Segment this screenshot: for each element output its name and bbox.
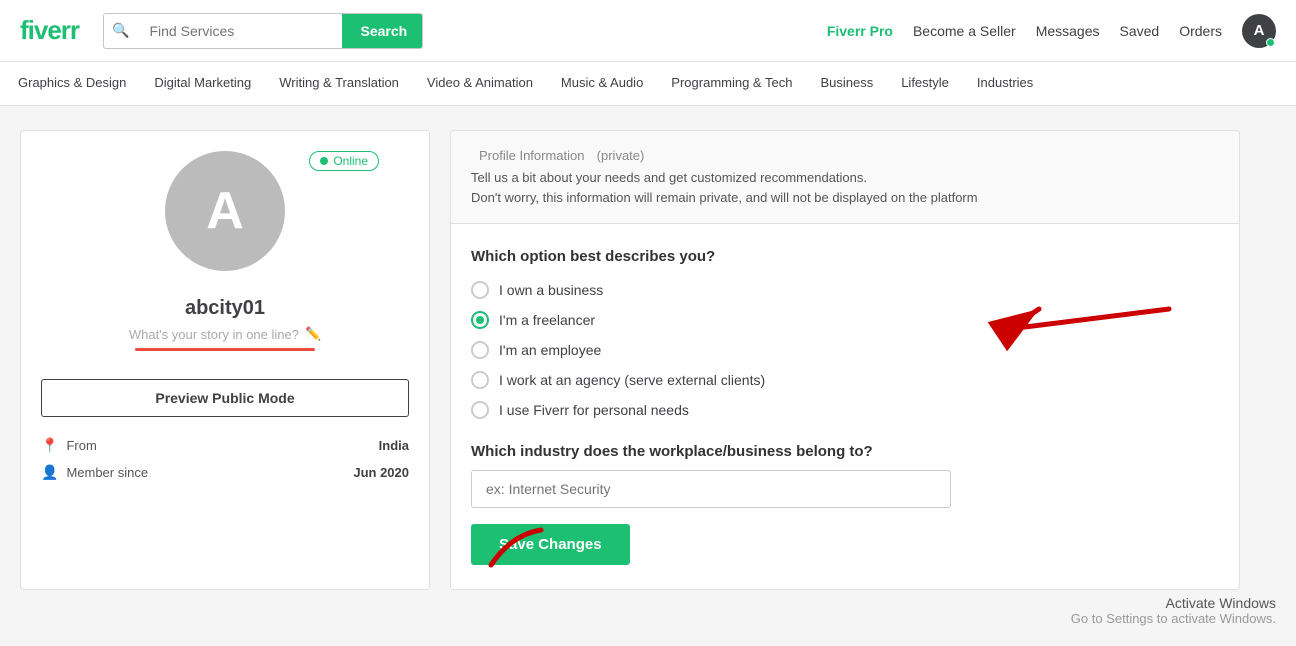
fiverr-pro-link[interactable]: Fiverr Pro [827,23,893,39]
orders-link[interactable]: Orders [1179,23,1222,39]
from-value: India [379,438,409,453]
radio-label-freelancer: I'm a freelancer [499,312,595,328]
preview-public-mode-button[interactable]: Preview Public Mode [41,379,409,417]
cat-item-graphics---design[interactable]: Graphics & Design [4,62,140,106]
category-nav: Graphics & DesignDigital MarketingWritin… [0,62,1296,106]
member-since-row: 👤 Member since Jun 2020 [41,464,409,481]
logo: fiverr [20,15,79,46]
radio-business[interactable]: I own a business [471,281,1219,299]
radio-label-employee: I'm an employee [499,342,601,358]
profile-info-box: Profile Information (private) Tell us a … [450,130,1240,224]
radio-freelancer[interactable]: I'm a freelancer [471,311,1219,329]
header-nav: Fiverr Pro Become a Seller Messages Save… [827,14,1276,48]
radio-circle-freelancer [471,311,489,329]
profile-card: Online A abcity01 What's your story in o… [20,130,430,590]
cat-item-digital-marketing[interactable]: Digital Marketing [140,62,265,106]
cat-item-business[interactable]: Business [806,62,887,106]
profile-form: Which option best describes you? I own a… [450,224,1240,590]
member-since-value: Jun 2020 [353,465,409,480]
person-icon: 👤 [41,464,58,481]
profile-info-desc1: Tell us a bit about your needs and get c… [471,168,1219,188]
profile-avatar: A [165,151,285,271]
search-input[interactable] [137,15,342,47]
cat-item-writing---translation[interactable]: Writing & Translation [265,62,413,106]
avatar-section: Online A [41,151,409,281]
profile-info-desc2: Don't worry, this information will remai… [471,188,1219,208]
cat-item-music---audio[interactable]: Music & Audio [547,62,657,106]
search-button[interactable]: Search [342,14,423,48]
username: abcity01 [41,297,409,320]
tagline-row: What's your story in one line? ✏️ [41,326,409,342]
radio-label-personal: I use Fiverr for personal needs [499,402,689,418]
radio-employee[interactable]: I'm an employee [471,341,1219,359]
radio-personal[interactable]: I use Fiverr for personal needs [471,401,1219,419]
become-seller-link[interactable]: Become a Seller [913,23,1016,39]
edit-icon[interactable]: ✏️ [305,326,321,342]
main-content: Online A abcity01 What's your story in o… [0,106,1260,614]
online-dot [320,157,328,165]
avatar[interactable]: A [1242,14,1276,48]
location-icon: 📍 [41,437,58,454]
online-badge: Online [309,151,379,171]
radio-circle-employee [471,341,489,359]
radio-inner-freelancer [476,316,484,324]
radio-group: I own a business I'm a freelancer I'm an… [471,281,1219,419]
radio-circle-agency [471,371,489,389]
question1-label: Which option best describes you? [471,248,1219,265]
radio-label-agency: I work at an agency (serve external clie… [499,372,765,388]
radio-circle-business [471,281,489,299]
radio-label-business: I own a business [499,282,603,298]
search-icon: 🔍 [104,22,137,39]
saved-link[interactable]: Saved [1120,23,1160,39]
red-underline [135,348,315,351]
cat-item-video---animation[interactable]: Video & Animation [413,62,547,106]
from-row: 📍 From India [41,437,409,454]
industry-input[interactable] [471,470,951,508]
right-panel: Profile Information (private) Tell us a … [450,130,1240,590]
activate-windows-watermark: Activate Windows Go to Settings to activ… [1071,595,1276,626]
cat-item-programming---tech[interactable]: Programming & Tech [657,62,806,106]
online-indicator [1266,38,1275,47]
messages-link[interactable]: Messages [1036,23,1100,39]
cat-item-industries[interactable]: Industries [963,62,1047,106]
question2-label: Which industry does the workplace/busine… [471,443,1219,460]
header: fiverr 🔍 Search Fiverr Pro Become a Sell… [0,0,1296,62]
save-changes-button[interactable]: Save Changes [471,524,630,565]
radio-agency[interactable]: I work at an agency (serve external clie… [471,371,1219,389]
cat-item-lifestyle[interactable]: Lifestyle [887,62,963,106]
search-bar: 🔍 Search [103,13,423,49]
profile-meta: 📍 From India 👤 Member since Jun 2020 [41,437,409,481]
profile-info-title: Profile Information (private) [471,147,1219,164]
radio-circle-personal [471,401,489,419]
